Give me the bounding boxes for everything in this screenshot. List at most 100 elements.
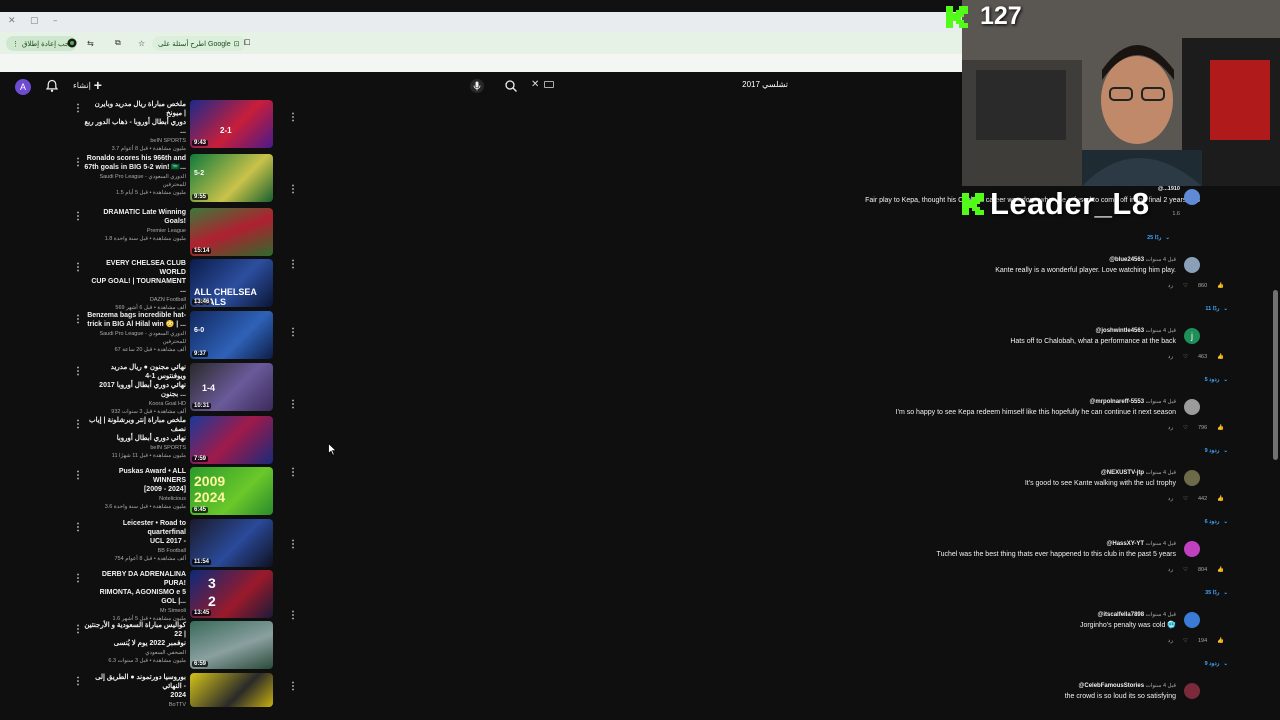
search-field[interactable]: ✕ تشلسي 2017 bbox=[528, 78, 800, 94]
video-menu-icon-right[interactable]: ⋮ bbox=[288, 327, 298, 338]
dislike-icon[interactable]: ♡ bbox=[1183, 425, 1188, 431]
comment-author[interactable]: @CelebFamousStories bbox=[1079, 683, 1145, 689]
replies-toggle[interactable]: 25 ردًا ⌄ bbox=[1147, 235, 1170, 241]
video-menu-icon[interactable]: ⋮ bbox=[73, 522, 83, 533]
account-avatar[interactable]: A bbox=[15, 79, 31, 95]
video-menu-icon-right[interactable]: ⋮ bbox=[288, 610, 298, 621]
search-icon[interactable] bbox=[504, 79, 518, 93]
dislike-icon[interactable]: ♡ bbox=[1183, 283, 1188, 289]
video-item[interactable]: ⋮ Benzema bags incredible hat- trick in … bbox=[60, 311, 300, 361]
video-menu-icon[interactable]: ⋮ bbox=[73, 103, 83, 114]
comment-author[interactable]: @mrpolnareff-5553 bbox=[1090, 399, 1145, 405]
video-item[interactable]: ⋮ ملخص مباراة ريال مدريد وبايرن ميونخ | … bbox=[60, 100, 300, 152]
video-menu-icon[interactable]: ⋮ bbox=[73, 314, 83, 325]
video-item[interactable]: ⋮ Leicester • Road to quarterfinal UCL 2… bbox=[60, 519, 300, 569]
video-menu-icon-right[interactable]: ⋮ bbox=[288, 259, 298, 270]
bookmark-star-icon[interactable]: ☆ bbox=[138, 36, 145, 50]
video-item[interactable]: ⋮ نهائي مجنون ● ريال مدريد ويوفنتوس 1-4 … bbox=[60, 363, 300, 415]
video-menu-icon[interactable]: ⋮ bbox=[73, 419, 83, 430]
dislike-icon[interactable]: ♡ bbox=[1183, 354, 1188, 360]
replies-toggle[interactable]: 11 ردًا ⌄ bbox=[1205, 306, 1228, 312]
video-thumbnail[interactable]: 2009 2024 6:45 bbox=[190, 467, 273, 515]
video-thumbnail[interactable]: ALL CHELSEA GOALS 13:46 bbox=[190, 259, 273, 307]
video-thumbnail[interactable]: 15:14 bbox=[190, 208, 273, 256]
replies-toggle[interactable]: 5 ردود ⌄ bbox=[1205, 377, 1228, 383]
cast-icon[interactable]: ⧉ bbox=[115, 36, 121, 50]
video-thumbnail[interactable]: 1-4 10:31 bbox=[190, 363, 273, 411]
notifications-bell-icon[interactable] bbox=[45, 79, 59, 93]
tab-search-icon[interactable]: ⇆ bbox=[87, 36, 94, 50]
maximize-window-icon[interactable]: ▢ bbox=[30, 16, 39, 26]
video-menu-icon-right[interactable]: ⋮ bbox=[288, 681, 298, 692]
reply-icon[interactable]: رد bbox=[1168, 354, 1173, 360]
replies-toggle[interactable]: 9 ردود ⌄ bbox=[1205, 661, 1228, 667]
voice-search-mic-icon[interactable] bbox=[470, 79, 484, 93]
video-menu-icon-right[interactable]: ⋮ bbox=[288, 539, 298, 550]
comment-author[interactable]: @...1910 bbox=[1158, 186, 1180, 195]
like-icon[interactable]: 👍 bbox=[1217, 425, 1224, 431]
extension-icon[interactable] bbox=[67, 36, 77, 50]
like-icon[interactable]: 👍 bbox=[1217, 496, 1224, 502]
comment-avatar[interactable] bbox=[1184, 189, 1200, 205]
video-item[interactable]: ⋮ بوروسيا دورتموند ● الطريق إلى النهائي … bbox=[60, 673, 300, 720]
video-thumbnail[interactable]: 11:54 bbox=[190, 519, 273, 567]
reply-icon[interactable]: رد bbox=[1168, 425, 1173, 431]
like-icon[interactable]: 👍 bbox=[1217, 354, 1224, 360]
comment-author[interactable]: @blue24563 bbox=[1109, 257, 1144, 263]
clear-search-icon[interactable]: ✕ bbox=[531, 79, 539, 90]
video-menu-icon-right[interactable]: ⋮ bbox=[288, 467, 298, 478]
video-item[interactable]: ⋮ DRAMATIC Late Winning Goals! Premier L… bbox=[60, 208, 300, 258]
video-menu-icon[interactable]: ⋮ bbox=[73, 573, 83, 584]
comment-avatar[interactable] bbox=[1184, 541, 1200, 557]
minimize-window-icon[interactable]: – bbox=[53, 16, 58, 26]
video-thumbnail[interactable] bbox=[190, 673, 273, 707]
reply-icon[interactable]: رد bbox=[1168, 638, 1173, 644]
video-thumbnail[interactable]: 6:59 bbox=[190, 621, 273, 669]
video-item[interactable]: ⋮ EVERY CHELSEA CLUB WORLD CUP GOAL! | T… bbox=[60, 259, 300, 311]
reply-icon[interactable]: رد bbox=[1168, 567, 1173, 573]
close-window-icon[interactable]: ✕ bbox=[8, 16, 16, 26]
like-icon[interactable]: 👍 bbox=[1217, 283, 1224, 289]
video-menu-icon[interactable]: ⋮ bbox=[73, 676, 83, 687]
comment-author[interactable]: @joshwintle4563 bbox=[1096, 328, 1145, 334]
video-menu-icon[interactable]: ⋮ bbox=[73, 470, 83, 481]
dislike-icon[interactable]: ♡ bbox=[1183, 496, 1188, 502]
reply-icon[interactable]: رد bbox=[1168, 496, 1173, 502]
create-button[interactable]: إنشاء + bbox=[73, 78, 102, 92]
video-item[interactable]: ⋮ Ronaldo scores his 966th and 67th goal… bbox=[60, 154, 300, 204]
video-menu-icon[interactable]: ⋮ bbox=[73, 366, 83, 377]
video-menu-icon[interactable]: ⋮ bbox=[73, 211, 83, 222]
reply-icon[interactable]: رد bbox=[1168, 283, 1173, 289]
video-item[interactable]: ⋮ كواليس مباراة السعودية و الأرجنتين | 2… bbox=[60, 621, 300, 671]
video-menu-icon[interactable]: ⋮ bbox=[73, 624, 83, 635]
video-menu-icon-right[interactable]: ⋮ bbox=[288, 112, 298, 123]
page-scrollbar[interactable] bbox=[1273, 290, 1278, 460]
replies-toggle[interactable]: 6 ردود ⌄ bbox=[1205, 519, 1228, 525]
replies-toggle[interactable]: 9 ردود ⌄ bbox=[1205, 448, 1228, 454]
comment-avatar[interactable] bbox=[1184, 399, 1200, 415]
video-thumbnail[interactable]: 3 2 13:45 bbox=[190, 570, 273, 618]
video-thumbnail[interactable]: 7:59 bbox=[190, 416, 273, 464]
ask-google-button[interactable]: اطرح أسئلة على Google ⊡ bbox=[152, 36, 246, 51]
comment-author[interactable]: @NEXUSTV-jtp bbox=[1101, 470, 1144, 476]
video-item[interactable]: ⋮ ملخص مباراة إنتر وبرشلونة | إياب نصف ن… bbox=[60, 416, 300, 466]
site-info-icon[interactable]: ⧠ bbox=[244, 36, 250, 50]
dislike-icon[interactable]: ♡ bbox=[1183, 638, 1188, 644]
video-thumbnail[interactable]: 2-1 9:43 bbox=[190, 100, 273, 148]
like-icon[interactable]: 👍 bbox=[1217, 638, 1224, 644]
comment-avatar[interactable] bbox=[1184, 612, 1200, 628]
comment-author[interactable]: @itscalfella7898 bbox=[1098, 612, 1145, 618]
keyboard-icon[interactable] bbox=[544, 81, 554, 88]
video-item[interactable]: ⋮ Puskas Award • ALL WINNERS [2009 - 202… bbox=[60, 467, 300, 517]
video-thumbnail[interactable]: 5-2 9:55 bbox=[190, 154, 273, 202]
dislike-icon[interactable]: ♡ bbox=[1183, 567, 1188, 573]
comment-avatar[interactable] bbox=[1184, 257, 1200, 273]
video-menu-icon-right[interactable]: ⋮ bbox=[288, 399, 298, 410]
video-item[interactable]: ⋮ DERBY DA ADRENALINA PURA! RIMONTA, AGO… bbox=[60, 570, 300, 622]
replies-toggle[interactable]: 35 ردًا ⌄ bbox=[1205, 590, 1228, 596]
video-menu-icon[interactable]: ⋮ bbox=[73, 262, 83, 273]
comment-avatar[interactable] bbox=[1184, 683, 1200, 699]
comment-author[interactable]: @HassXY-YT bbox=[1107, 541, 1145, 547]
video-thumbnail[interactable]: 6-0 9:37 bbox=[190, 311, 273, 359]
video-menu-icon-right[interactable]: ⋮ bbox=[288, 184, 298, 195]
